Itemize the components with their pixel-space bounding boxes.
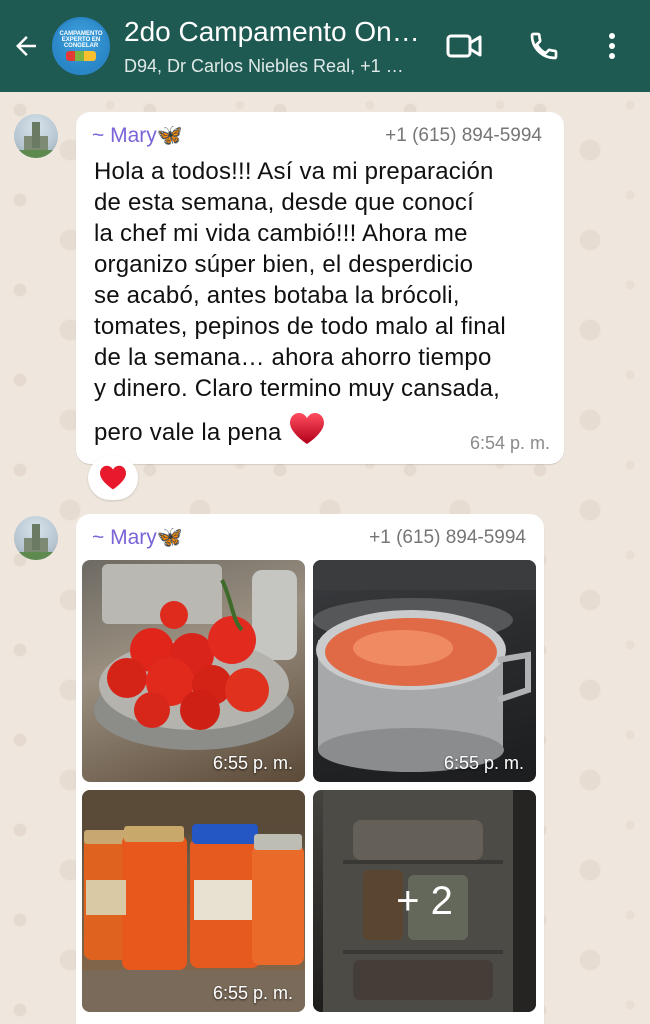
more-vertical-icon (609, 33, 615, 59)
photo-time: 6:55 p. m. (443, 753, 524, 773)
message-time: 6:54 p. m. (469, 433, 550, 453)
group-avatar[interactable]: CAMPAMENTO EXPERTO EN CONGELAR (52, 17, 110, 75)
message-bubble[interactable]: ~ Mary🦋 +1 (615) 894-5994 Hola a todos!!… (76, 112, 564, 464)
pot-image (313, 560, 536, 772)
chat-header: CAMPAMENTO EXPERTO EN CONGELAR 2do Campa… (0, 0, 650, 92)
message-text: Hola a todos!!! Así va mi preparación de… (94, 156, 554, 448)
more-photos-overlay[interactable]: + 2 (313, 790, 536, 1012)
arrow-left-icon (16, 36, 36, 56)
message-line: Hola a todos!!! Así va mi preparación (94, 158, 494, 185)
message-line: la chef mi vida cambió!!! Ahora me (94, 220, 468, 247)
reaction-badge[interactable] (88, 456, 138, 500)
message-line: pero vale la pena (94, 419, 282, 446)
tomatoes-image (94, 564, 297, 750)
group-avatar-food (66, 51, 96, 61)
photo-tomatoes-colander[interactable]: 6:55 p. m. (82, 560, 305, 782)
more-photos-count: + 2 (396, 878, 453, 923)
sender-avatar[interactable] (14, 516, 58, 560)
video-call-button[interactable] (442, 24, 486, 68)
video-camera-icon (446, 34, 482, 58)
red-heart-icon (288, 412, 325, 444)
voice-call-button[interactable] (522, 24, 566, 68)
chat-title: 2do Campamento On… (124, 15, 420, 47)
message-line: y dinero. Claro termino muy cansada, (94, 375, 501, 402)
photo-time: 6:55 p. m. (212, 753, 293, 773)
sender-name[interactable]: ~ Mary🦋 (92, 124, 183, 148)
heart-icon (100, 465, 126, 490)
photo-time: 6:55 p. m. (212, 983, 293, 1003)
menu-button[interactable] (590, 24, 634, 68)
phone-icon (530, 32, 558, 60)
sender-phone: +1 (615) 894-5994 (369, 527, 526, 548)
group-avatar-text: CAMPAMENTO EXPERTO EN CONGELAR (59, 31, 103, 49)
media-message-bubble[interactable]: ~ Mary🦋 +1 (615) 894-5994 6:55 p. m. 6:5… (76, 514, 544, 1024)
message-line: se acabó, antes botaba la brócoli, (94, 282, 460, 309)
back-button[interactable] (0, 0, 52, 92)
sender-name[interactable]: ~ Mary🦋 (92, 526, 183, 550)
photo-sauce-pot[interactable]: 6:55 p. m. (313, 560, 536, 782)
photo-sauce-jars[interactable]: 6:55 p. m. (82, 790, 305, 1012)
message-line: organizo súper bien, el desperdicio (94, 251, 474, 278)
jars-image (82, 790, 305, 1012)
message-line: tomates, pepinos de todo malo al final (94, 313, 506, 340)
chat-participants: D94, Dr Carlos Niebles Real, +1 … (124, 55, 404, 76)
message-line: de la semana… ahora ahorro tiempo (94, 344, 492, 371)
chat-title-block[interactable]: 2do Campamento On… D94, Dr Carlos Nieble… (124, 16, 434, 77)
photo-freezer-more[interactable]: + 2 (313, 790, 536, 1012)
sender-avatar[interactable] (14, 114, 58, 158)
sender-phone: +1 (615) 894-5994 (385, 125, 542, 146)
message-line: de esta semana, desde que conocí (94, 189, 474, 216)
